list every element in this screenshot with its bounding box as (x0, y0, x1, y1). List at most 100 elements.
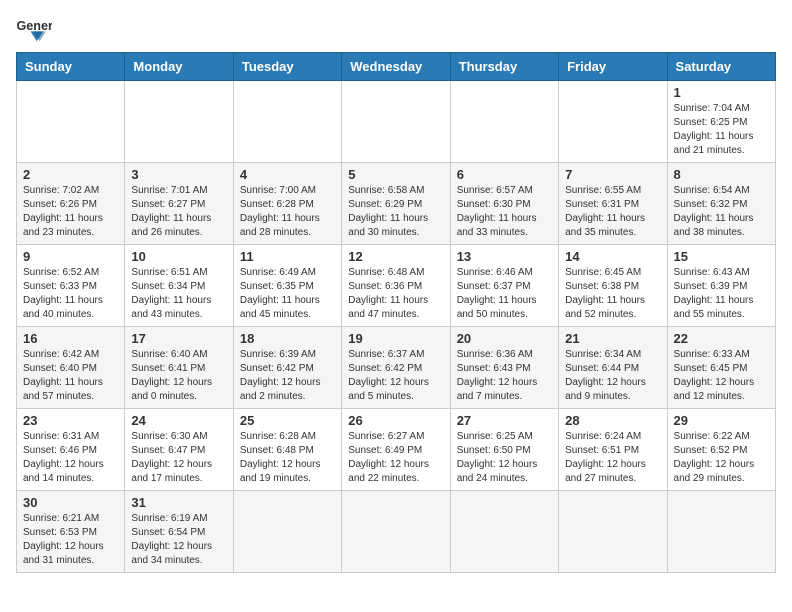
calendar-cell: 26 Sunrise: 6:27 AM Sunset: 6:49 PM Dayli… (342, 409, 450, 491)
day-info: Sunrise: 6:25 AM Sunset: 6:50 PM Dayligh… (457, 430, 552, 486)
day-number: 3 (131, 167, 226, 182)
day-info: Sunrise: 6:36 AM Sunset: 6:43 PM Dayligh… (457, 348, 552, 404)
weekday-header-saturday: Saturday (667, 53, 775, 81)
calendar-week-row: 1 Sunrise: 7:04 AM Sunset: 6:25 PM Daylig… (17, 81, 776, 163)
calendar-cell: 22 Sunrise: 6:33 AM Sunset: 6:45 PM Dayli… (667, 327, 775, 409)
calendar-cell: 11 Sunrise: 6:49 AM Sunset: 6:35 PM Dayli… (233, 245, 341, 327)
weekday-header-thursday: Thursday (450, 53, 558, 81)
calendar-header-row: SundayMondayTuesdayWednesdayThursdayFrid… (17, 53, 776, 81)
calendar-cell: 9 Sunrise: 6:52 AM Sunset: 6:33 PM Daylig… (17, 245, 125, 327)
day-number: 15 (674, 249, 769, 264)
day-info: Sunrise: 6:48 AM Sunset: 6:36 PM Dayligh… (348, 266, 443, 322)
calendar-cell: 24Sunrise: 6:30 AM Sunset: 6:47 PM Dayli… (125, 409, 233, 491)
calendar-cell (667, 491, 775, 573)
weekday-header-sunday: Sunday (17, 53, 125, 81)
calendar-cell: 25 Sunrise: 6:28 AM Sunset: 6:48 PM Dayli… (233, 409, 341, 491)
day-info: Sunrise: 6:55 AM Sunset: 6:31 PM Dayligh… (565, 184, 660, 240)
day-info: Sunrise: 6:24 AM Sunset: 6:51 PM Dayligh… (565, 430, 660, 486)
day-info: Sunrise: 6:57 AM Sunset: 6:30 PM Dayligh… (457, 184, 552, 240)
day-number: 10 (131, 249, 226, 264)
day-info: Sunrise: 6:40 AM Sunset: 6:41 PM Dayligh… (131, 348, 226, 404)
day-number: 18 (240, 331, 335, 346)
calendar-cell: 17 Sunrise: 6:40 AM Sunset: 6:41 PM Dayli… (125, 327, 233, 409)
day-number: 17 (131, 331, 226, 346)
weekday-header-tuesday: Tuesday (233, 53, 341, 81)
weekday-header-monday: Monday (125, 53, 233, 81)
day-number: 16 (23, 331, 118, 346)
day-info: Sunrise: 7:04 AM Sunset: 6:25 PM Dayligh… (674, 102, 769, 158)
day-number: 26 (348, 413, 443, 428)
calendar-cell (450, 491, 558, 573)
svg-text:General: General (17, 19, 53, 33)
calendar-week-row: 9 Sunrise: 6:52 AM Sunset: 6:33 PM Daylig… (17, 245, 776, 327)
page-header: General (16, 16, 776, 44)
calendar-cell: 30Sunrise: 6:21 AM Sunset: 6:53 PM Dayli… (17, 491, 125, 573)
day-info: Sunrise: 6:27 AM Sunset: 6:49 PM Dayligh… (348, 430, 443, 486)
calendar-cell (233, 491, 341, 573)
day-info: Sunrise: 6:49 AM Sunset: 6:35 PM Dayligh… (240, 266, 335, 322)
day-number: 27 (457, 413, 552, 428)
calendar-cell: 3 Sunrise: 7:01 AM Sunset: 6:27 PM Daylig… (125, 163, 233, 245)
day-number: 7 (565, 167, 660, 182)
day-number: 29 (674, 413, 769, 428)
calendar-cell: 6Sunrise: 6:57 AM Sunset: 6:30 PM Daylig… (450, 163, 558, 245)
day-info: Sunrise: 6:28 AM Sunset: 6:48 PM Dayligh… (240, 430, 335, 486)
day-info: Sunrise: 6:51 AM Sunset: 6:34 PM Dayligh… (131, 266, 226, 322)
day-number: 19 (348, 331, 443, 346)
calendar-cell (233, 81, 341, 163)
calendar-cell: 5 Sunrise: 6:58 AM Sunset: 6:29 PM Daylig… (342, 163, 450, 245)
day-number: 12 (348, 249, 443, 264)
day-number: 11 (240, 249, 335, 264)
calendar-cell: 12 Sunrise: 6:48 AM Sunset: 6:36 PM Dayli… (342, 245, 450, 327)
day-number: 22 (674, 331, 769, 346)
calendar-cell (342, 491, 450, 573)
day-info: Sunrise: 6:30 AM Sunset: 6:47 PM Dayligh… (131, 430, 226, 486)
calendar-week-row: 23 Sunrise: 6:31 AM Sunset: 6:46 PM Dayli… (17, 409, 776, 491)
day-number: 13 (457, 249, 552, 264)
calendar-cell: 16 Sunrise: 6:42 AM Sunset: 6:40 PM Dayli… (17, 327, 125, 409)
day-info: Sunrise: 6:19 AM Sunset: 6:54 PM Dayligh… (131, 512, 226, 568)
calendar-cell: 19 Sunrise: 6:37 AM Sunset: 6:42 PM Dayli… (342, 327, 450, 409)
calendar-cell (125, 81, 233, 163)
calendar-cell: 27 Sunrise: 6:25 AM Sunset: 6:50 PM Dayli… (450, 409, 558, 491)
calendar-cell (559, 491, 667, 573)
weekday-header-wednesday: Wednesday (342, 53, 450, 81)
day-number: 28 (565, 413, 660, 428)
day-info: Sunrise: 7:00 AM Sunset: 6:28 PM Dayligh… (240, 184, 335, 240)
calendar-cell: 21Sunrise: 6:34 AM Sunset: 6:44 PM Dayli… (559, 327, 667, 409)
calendar-cell: 7 Sunrise: 6:55 AM Sunset: 6:31 PM Daylig… (559, 163, 667, 245)
day-info: Sunrise: 6:43 AM Sunset: 6:39 PM Dayligh… (674, 266, 769, 322)
calendar-table: SundayMondayTuesdayWednesdayThursdayFrid… (16, 52, 776, 573)
day-number: 25 (240, 413, 335, 428)
calendar-cell: 1 Sunrise: 7:04 AM Sunset: 6:25 PM Daylig… (667, 81, 775, 163)
day-number: 4 (240, 167, 335, 182)
calendar-cell: 13Sunrise: 6:46 AM Sunset: 6:37 PM Dayli… (450, 245, 558, 327)
day-info: Sunrise: 6:52 AM Sunset: 6:33 PM Dayligh… (23, 266, 118, 322)
calendar-cell: 2Sunrise: 7:02 AM Sunset: 6:26 PM Daylig… (17, 163, 125, 245)
day-info: Sunrise: 6:33 AM Sunset: 6:45 PM Dayligh… (674, 348, 769, 404)
day-number: 31 (131, 495, 226, 510)
calendar-week-row: 16 Sunrise: 6:42 AM Sunset: 6:40 PM Dayli… (17, 327, 776, 409)
day-info: Sunrise: 6:37 AM Sunset: 6:42 PM Dayligh… (348, 348, 443, 404)
calendar-cell: 31 Sunrise: 6:19 AM Sunset: 6:54 PM Dayli… (125, 491, 233, 573)
calendar-cell: 10 Sunrise: 6:51 AM Sunset: 6:34 PM Dayli… (125, 245, 233, 327)
day-number: 9 (23, 249, 118, 264)
calendar-cell: 8Sunrise: 6:54 AM Sunset: 6:32 PM Daylig… (667, 163, 775, 245)
calendar-cell: 23 Sunrise: 6:31 AM Sunset: 6:46 PM Dayli… (17, 409, 125, 491)
calendar-week-row: 2Sunrise: 7:02 AM Sunset: 6:26 PM Daylig… (17, 163, 776, 245)
day-number: 5 (348, 167, 443, 182)
day-number: 2 (23, 167, 118, 182)
day-info: Sunrise: 6:31 AM Sunset: 6:46 PM Dayligh… (23, 430, 118, 486)
day-info: Sunrise: 6:39 AM Sunset: 6:42 PM Dayligh… (240, 348, 335, 404)
day-info: Sunrise: 6:58 AM Sunset: 6:29 PM Dayligh… (348, 184, 443, 240)
day-info: Sunrise: 6:45 AM Sunset: 6:38 PM Dayligh… (565, 266, 660, 322)
calendar-cell (559, 81, 667, 163)
day-info: Sunrise: 6:42 AM Sunset: 6:40 PM Dayligh… (23, 348, 118, 404)
day-number: 20 (457, 331, 552, 346)
day-number: 1 (674, 85, 769, 100)
day-number: 30 (23, 495, 118, 510)
day-number: 8 (674, 167, 769, 182)
calendar-cell: 29Sunrise: 6:22 AM Sunset: 6:52 PM Dayli… (667, 409, 775, 491)
day-number: 23 (23, 413, 118, 428)
day-info: Sunrise: 7:01 AM Sunset: 6:27 PM Dayligh… (131, 184, 226, 240)
